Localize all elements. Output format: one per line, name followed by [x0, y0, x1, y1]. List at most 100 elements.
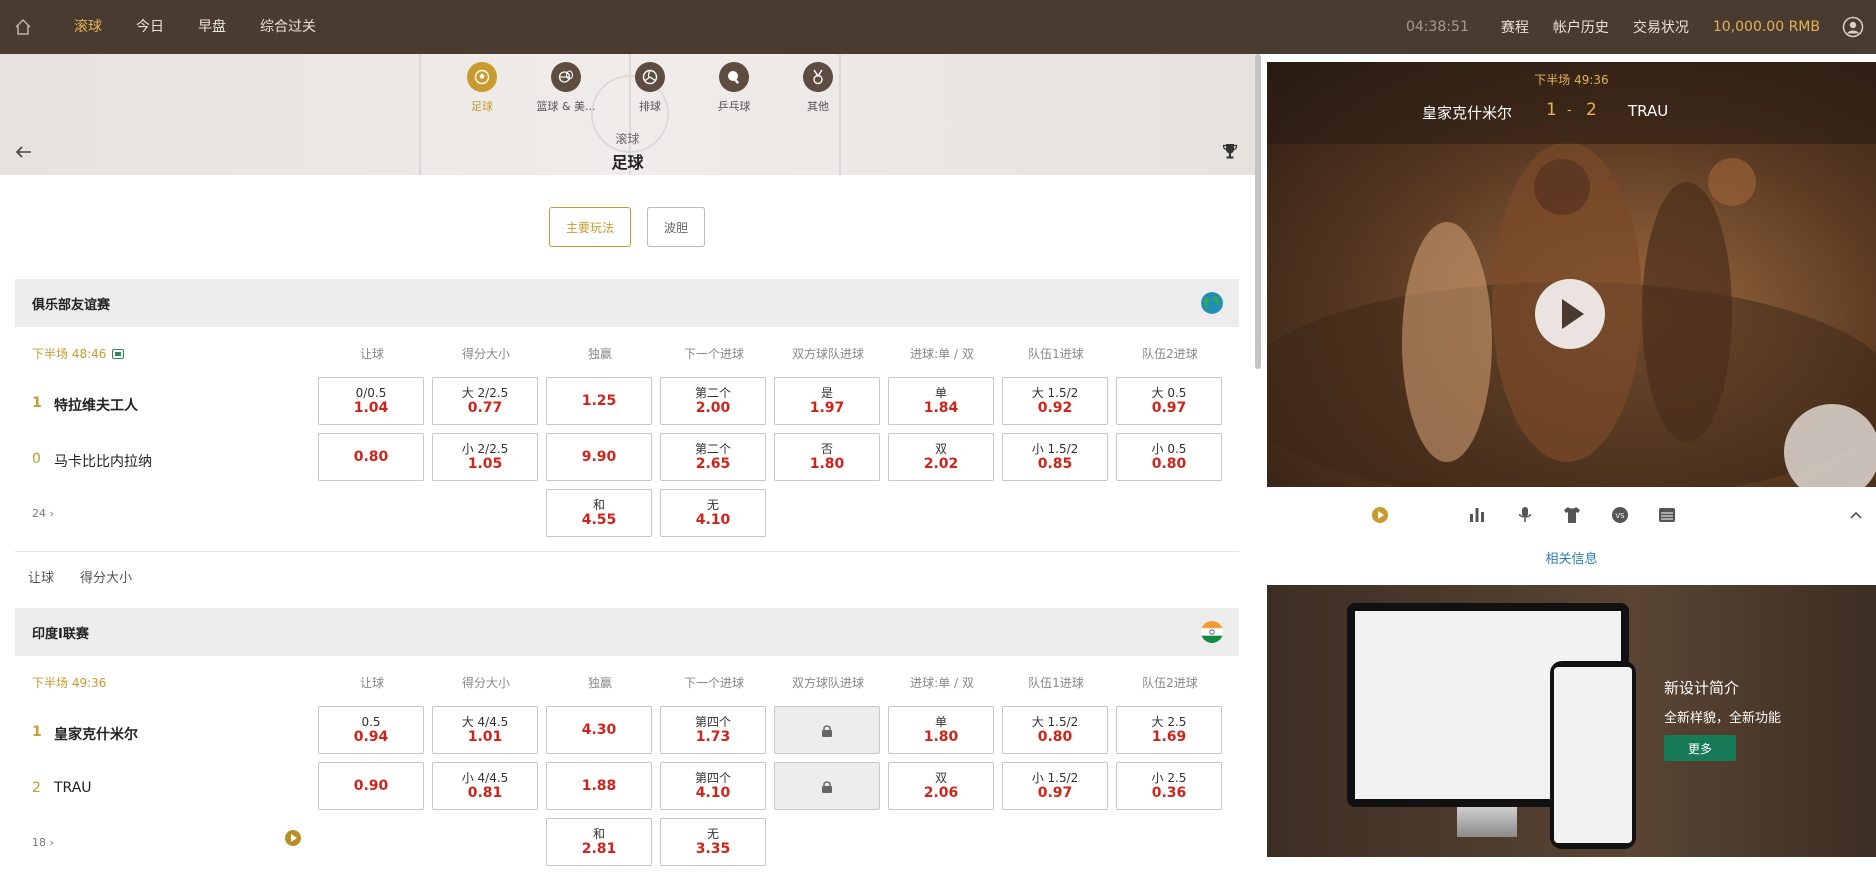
versus-icon[interactable]: VS	[1610, 505, 1630, 525]
nav-parlay[interactable]: 综合过关	[242, 0, 332, 54]
jersey-icon[interactable]	[1562, 505, 1582, 525]
odds-cell[interactable]: 小 4/4.5 0.81	[432, 762, 538, 810]
odds-cell[interactable]: 无 4.10	[660, 489, 766, 537]
sport-tab-table-tennis[interactable]: 乒乓球	[692, 62, 776, 114]
live-stats-icon[interactable]	[112, 348, 125, 359]
odds-cell[interactable]: 大 1.5/2 0.80	[1002, 706, 1108, 754]
chevron-up-icon[interactable]	[1846, 505, 1866, 525]
odds-value: 0.92	[1037, 399, 1073, 416]
odds-cell[interactable]: 1.25	[546, 377, 652, 425]
odds-cell[interactable]: 无 3.35	[660, 818, 766, 866]
subtab-total[interactable]: 得分大小	[80, 567, 132, 586]
sport-tab-other[interactable]: 其他	[776, 62, 860, 114]
col-team2-goals: 队伍2进球	[1142, 347, 1198, 361]
nav-today[interactable]: 今日	[118, 0, 180, 54]
more-markets-link[interactable]: 18 ›	[32, 836, 54, 849]
odds-cell[interactable]: 和 2.81	[546, 818, 652, 866]
odds-value: 3.35	[695, 840, 731, 857]
odds-cell[interactable]: 1.88	[546, 762, 652, 810]
odds-cell[interactable]: 0.5 0.94	[318, 706, 424, 754]
sport-tabs: 足球 篮球 & 美... 排球 乒乓球 其他	[440, 62, 860, 114]
market-tab-correct-score[interactable]: 波胆	[647, 207, 705, 247]
odds-cell[interactable]: 大 2.5 1.69	[1116, 706, 1222, 754]
league-header[interactable]: 俱乐部友谊赛	[15, 279, 1239, 327]
col-team2-goals: 队伍2进球	[1142, 676, 1198, 690]
nav-live[interactable]: 滚球	[56, 0, 118, 54]
odds-cell[interactable]: 单 1.80	[888, 706, 994, 754]
odds-cell[interactable]: 和 4.55	[546, 489, 652, 537]
odds-line: 和	[592, 497, 605, 512]
live-play-icon[interactable]	[285, 830, 301, 846]
sport-tab-soccer[interactable]: 足球	[440, 62, 524, 114]
transaction-status-link[interactable]: 交易状况	[1633, 17, 1689, 37]
more-markets-link[interactable]: 24 ›	[32, 507, 54, 520]
odds-cell[interactable]: 大 2/2.5 0.77	[432, 377, 538, 425]
odds-value: 1.84	[923, 399, 959, 416]
league-section: 印度I联赛 下半场 49:36 让球 得分大小 独赢 下一个进球 双方球队进球 …	[15, 608, 1239, 874]
sport-tab-volleyball[interactable]: 排球	[608, 62, 692, 114]
odds-value: 0.90	[353, 777, 389, 794]
odds-cell[interactable]: 第四个 4.10	[660, 762, 766, 810]
home-icon[interactable]	[0, 0, 46, 54]
market-tab-main[interactable]: 主要玩法	[549, 207, 631, 247]
odds-cell[interactable]: 小 1.5/2 0.85	[1002, 433, 1108, 481]
col-team1-goals: 队伍1进球	[1028, 347, 1084, 361]
live-video[interactable]: 下半场 49:36 皇家克什米尔 1 - 2 TRAU	[1267, 62, 1876, 487]
odds-cell[interactable]: 0/0.5 1.04	[318, 377, 424, 425]
odds-cell[interactable]: 大 4/4.5 1.01	[432, 706, 538, 754]
col-odd-even: 进球:单 / 双	[910, 676, 974, 690]
match-row-draw: 24 › 和 4.55 无 4.10	[15, 489, 1239, 545]
odds-line: 小 1.5/2	[1031, 441, 1079, 456]
odds-cell[interactable]: 9.90	[546, 433, 652, 481]
user-avatar-icon[interactable]	[1842, 16, 1864, 38]
play-button[interactable]	[1535, 279, 1605, 349]
medal-icon	[803, 62, 833, 92]
india-flag-icon	[1201, 621, 1223, 643]
basketball-icon	[551, 62, 581, 92]
odds-value: 4.30	[581, 721, 617, 738]
odds-cell[interactable]: 4.30	[546, 706, 652, 754]
odds-cell[interactable]: 第二个 2.00	[660, 377, 766, 425]
col-odd-even: 进球:单 / 双	[910, 347, 974, 361]
odds-cell[interactable]: 双 2.06	[888, 762, 994, 810]
subtab-handicap[interactable]: 让球	[28, 567, 54, 586]
odds-cell[interactable]: 第四个 1.73	[660, 706, 766, 754]
scoreboard-icon[interactable]	[1657, 505, 1677, 525]
account-history-link[interactable]: 帐户历史	[1553, 17, 1609, 37]
odds-value: 4.10	[695, 784, 731, 801]
odds-cell[interactable]: 是 1.97	[774, 377, 880, 425]
odds-cell[interactable]: 小 2.5 0.36	[1116, 762, 1222, 810]
match-row-home: 1 特拉维夫工人 0/0.5 1.04 大 2/2.5 0.77 1.25 第二个 2…	[15, 377, 1239, 433]
odds-cell[interactable]: 单 1.84	[888, 377, 994, 425]
odds-cell[interactable]: 大 1.5/2 0.92	[1002, 377, 1108, 425]
scrollbar[interactable]	[1255, 54, 1261, 369]
sport-tab-basketball[interactable]: 篮球 & 美...	[524, 62, 608, 114]
odds-cell[interactable]: 大 0.5 0.97	[1116, 377, 1222, 425]
away-team[interactable]: 0 马卡比比内拉纳	[32, 451, 152, 471]
trophy-icon[interactable]	[1221, 142, 1239, 160]
home-team[interactable]: 1 特拉维夫工人	[32, 395, 138, 415]
nav-early[interactable]: 早盘	[180, 0, 242, 54]
away-team[interactable]: 2 TRAU	[32, 780, 92, 796]
odds-cell[interactable]: 0.80	[318, 433, 424, 481]
odds-line: 大 2.5	[1151, 714, 1187, 729]
statistics-icon[interactable]	[1467, 505, 1487, 525]
odds-cell[interactable]: 第二个 2.65	[660, 433, 766, 481]
promo-more-button[interactable]: 更多	[1664, 735, 1736, 761]
odds-cell[interactable]: 0.90	[318, 762, 424, 810]
home-team[interactable]: 1 皇家克什米尔	[32, 724, 138, 744]
odds-cell[interactable]: 双 2.02	[888, 433, 994, 481]
odds-line: 无	[706, 497, 719, 512]
microphone-icon[interactable]	[1515, 505, 1535, 525]
schedule-link[interactable]: 赛程	[1501, 17, 1529, 37]
promo-title: 新设计简介	[1664, 679, 1740, 697]
league-header[interactable]: 印度I联赛	[15, 608, 1239, 656]
odds-cell[interactable]: 小 0.5 0.80	[1116, 433, 1222, 481]
odds-line: 大 1.5/2	[1031, 385, 1079, 400]
odds-cell[interactable]: 小 1.5/2 0.97	[1002, 762, 1108, 810]
odds-cell[interactable]: 否 1.80	[774, 433, 880, 481]
play-video-icon[interactable]	[1370, 505, 1390, 525]
odds-value: 1.05	[467, 455, 503, 472]
related-info-link[interactable]: 相关信息	[1267, 545, 1876, 585]
odds-cell[interactable]: 小 2/2.5 1.05	[432, 433, 538, 481]
